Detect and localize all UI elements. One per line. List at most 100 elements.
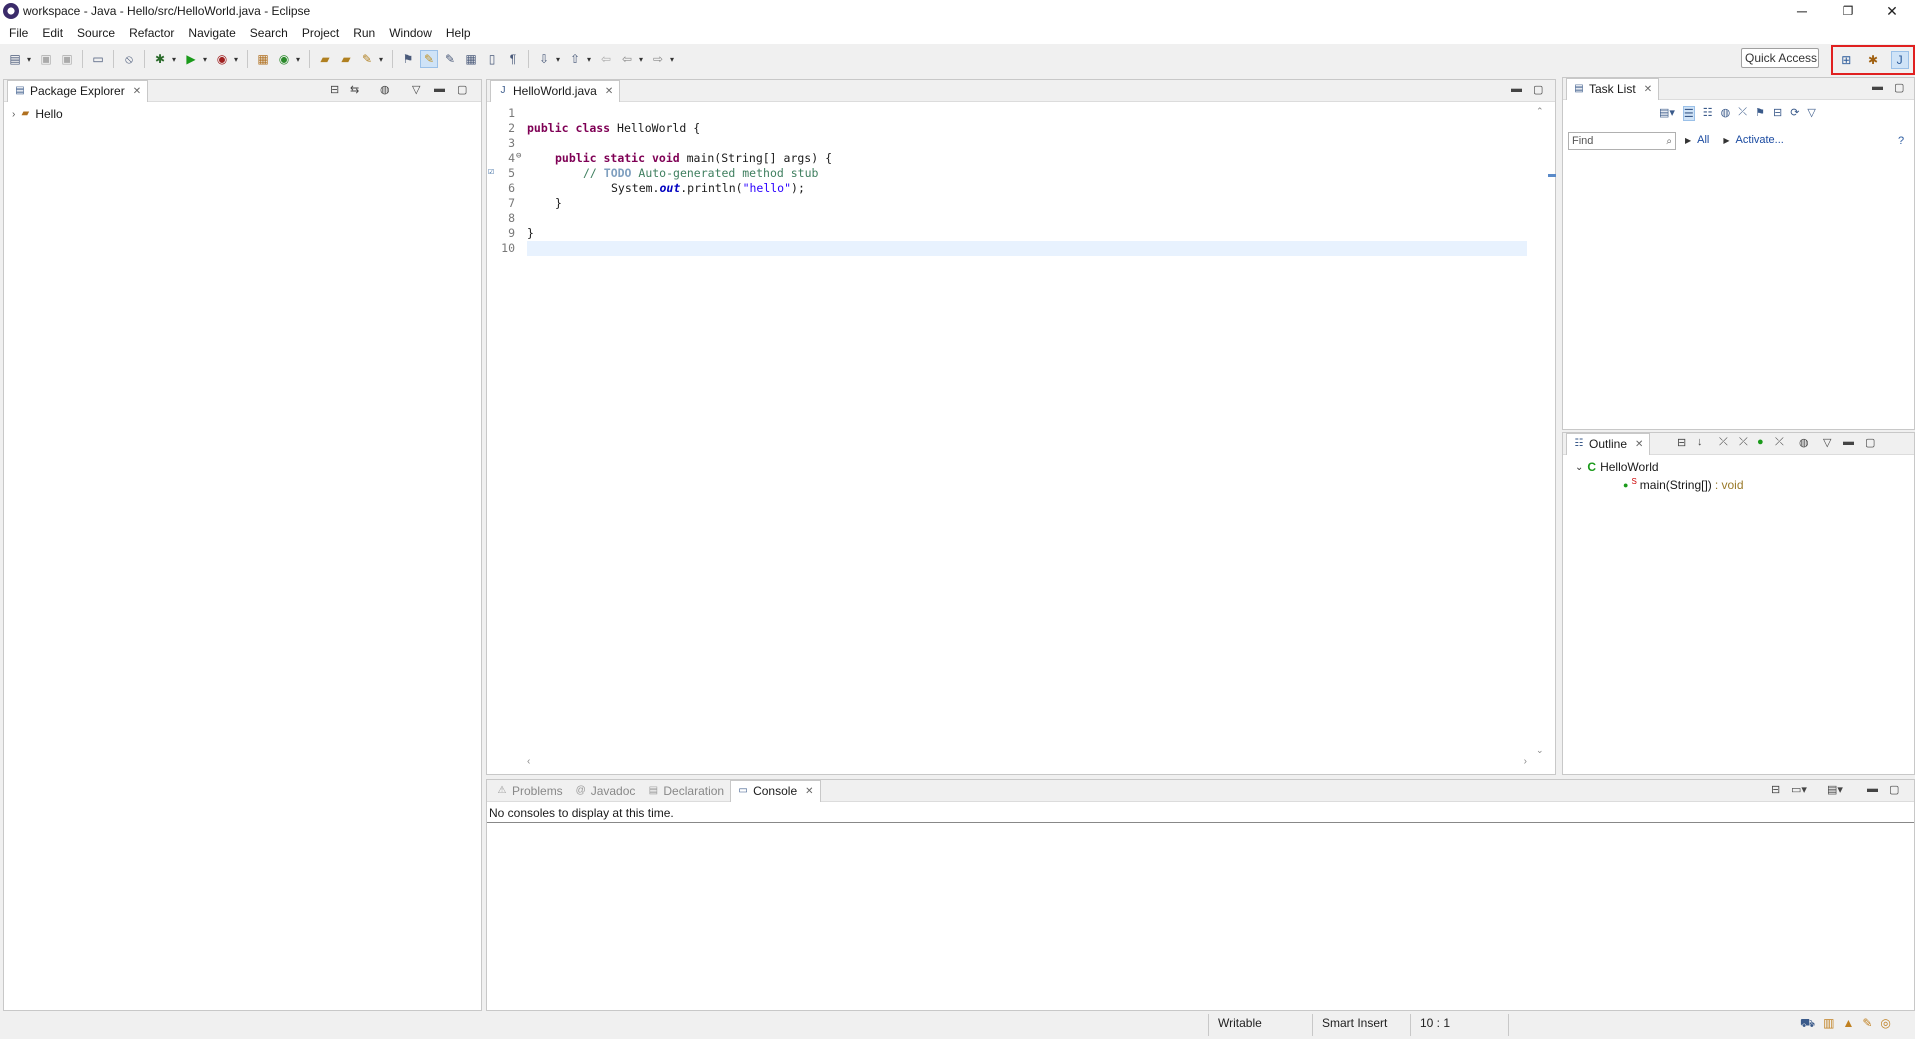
- search-icon[interactable]: ✎: [358, 50, 376, 68]
- new-class-dropdown-icon[interactable]: ▾: [296, 55, 303, 64]
- tab-helloworld-java[interactable]: J HelloWorld.java ✕: [490, 79, 621, 102]
- menu-project[interactable]: Project: [295, 26, 346, 40]
- close-icon[interactable]: ✕: [1644, 84, 1652, 95]
- progress-icon[interactable]: ⛟: [1800, 1016, 1815, 1032]
- open-console-icon[interactable]: ▤▾: [1827, 783, 1843, 796]
- focus-workweek-icon[interactable]: ◍: [1721, 106, 1731, 121]
- menu-source[interactable]: Source: [70, 26, 122, 40]
- close-icon[interactable]: ✕: [605, 86, 613, 97]
- show-tasks-icon[interactable]: ⚑: [1755, 106, 1765, 121]
- previous-annotation-icon[interactable]: ⇧: [566, 50, 584, 68]
- debug-perspective-icon[interactable]: ✱: [1864, 51, 1882, 69]
- word-wrap-icon[interactable]: ▦: [462, 50, 480, 68]
- hide-static-icon[interactable]: ⤫: [1739, 436, 1748, 449]
- scroll-left-icon[interactable]: ‹: [527, 756, 530, 767]
- scroll-up-icon[interactable]: ⌃: [1536, 106, 1544, 117]
- menu-window[interactable]: Window: [382, 26, 439, 40]
- hints-icon[interactable]: ✎: [1862, 1016, 1872, 1032]
- synchronize-icon[interactable]: ⟳: [1790, 106, 1799, 121]
- maximize-icon[interactable]: ▢: [1533, 83, 1543, 96]
- java-perspective-icon[interactable]: J: [1890, 51, 1909, 69]
- overview-ruler-marker[interactable]: [1548, 174, 1556, 177]
- search-dropdown-icon[interactable]: ▾: [379, 55, 386, 64]
- tab-outline[interactable]: ☷ Outline ✕: [1566, 432, 1651, 455]
- tutorial-icon[interactable]: ▲: [1842, 1016, 1854, 1032]
- task-find-input[interactable]: Find ⌕: [1568, 132, 1676, 150]
- collapse-all-icon[interactable]: ⊟: [330, 83, 339, 96]
- new-java-package-icon[interactable]: ▦: [254, 50, 272, 68]
- hide-completed-icon[interactable]: ⤫: [1738, 106, 1747, 121]
- show-whitespace-icon[interactable]: ¶: [504, 50, 522, 68]
- scroll-right-icon[interactable]: ›: [1524, 756, 1527, 767]
- coverage-icon[interactable]: ◉: [213, 50, 231, 68]
- tab-problems[interactable]: ⚠ Problems: [490, 780, 569, 802]
- sort-icon[interactable]: ↓: [1697, 436, 1703, 448]
- close-button[interactable]: ✕: [1869, 0, 1915, 22]
- minimize-icon[interactable]: ▬: [1843, 436, 1854, 448]
- focus-task-icon[interactable]: ◍: [380, 83, 390, 96]
- scheduled-icon[interactable]: ☷: [1703, 106, 1713, 121]
- back-dropdown-icon[interactable]: ▾: [639, 55, 646, 64]
- previous-annotation-dropdown-icon[interactable]: ▾: [587, 55, 594, 64]
- tab-javadoc[interactable]: @ Javadoc: [569, 780, 642, 802]
- back-icon[interactable]: ⇦: [618, 50, 636, 68]
- collapse-all-icon[interactable]: ⊟: [1773, 106, 1782, 121]
- open-task-icon[interactable]: ▰: [337, 50, 355, 68]
- search-icon[interactable]: ⌕: [1666, 136, 1672, 147]
- tab-declaration[interactable]: ▤ Declaration: [641, 780, 730, 802]
- coverage-dropdown-icon[interactable]: ▾: [234, 55, 241, 64]
- view-menu-icon[interactable]: ▽: [412, 83, 420, 96]
- collapse-all-icon[interactable]: ⊟: [1677, 436, 1686, 449]
- minimize-icon[interactable]: ▬: [434, 83, 445, 95]
- new-task-icon[interactable]: ▤▾: [1659, 106, 1675, 121]
- activate-link[interactable]: Activate...: [1736, 134, 1784, 146]
- mark-occurrences-icon[interactable]: ✎: [420, 50, 438, 68]
- chevron-right-icon[interactable]: ›: [12, 109, 15, 120]
- restore-button[interactable]: ❐: [1825, 0, 1871, 22]
- quick-access-field[interactable]: Quick Access: [1741, 48, 1819, 68]
- toggle-block-icon[interactable]: ✎: [441, 50, 459, 68]
- open-type-icon[interactable]: ▰: [316, 50, 334, 68]
- new-java-class-icon[interactable]: ◉: [275, 50, 293, 68]
- menu-run[interactable]: Run: [346, 26, 382, 40]
- all-link[interactable]: All: [1697, 134, 1709, 146]
- code-area[interactable]: 1 2 3 4 5 6 7 8 9 10 ⊖ ☑ public class He…: [487, 104, 1537, 756]
- menu-navigate[interactable]: Navigate: [181, 26, 242, 40]
- help-icon[interactable]: ?: [1898, 135, 1904, 147]
- tab-package-explorer[interactable]: ▤ Package Explorer ✕: [7, 79, 149, 102]
- next-annotation-icon[interactable]: ⇩: [535, 50, 553, 68]
- fold-icon[interactable]: ⊖: [516, 151, 521, 161]
- maximize-icon[interactable]: ▢: [1894, 81, 1904, 94]
- last-edit-icon[interactable]: ⇦: [597, 50, 615, 68]
- book-icon[interactable]: ▥: [1823, 1016, 1834, 1032]
- run-icon[interactable]: ▶: [182, 50, 200, 68]
- hide-local-types-icon[interactable]: ⤫: [1775, 436, 1784, 449]
- save-all-icon[interactable]: ▣: [58, 50, 76, 68]
- terminal-icon[interactable]: ▭: [89, 50, 107, 68]
- help-icon[interactable]: ◎: [1880, 1016, 1890, 1032]
- hide-fields-icon[interactable]: ⤫: [1719, 436, 1728, 449]
- minimize-icon[interactable]: ▬: [1511, 83, 1522, 95]
- next-annotation-dropdown-icon[interactable]: ▾: [556, 55, 563, 64]
- close-icon[interactable]: ✕: [805, 786, 813, 797]
- chevron-down-icon[interactable]: ⌄: [1575, 462, 1583, 473]
- display-console-icon[interactable]: ▭▾: [1791, 783, 1807, 796]
- menu-file[interactable]: File: [2, 26, 35, 40]
- new-icon[interactable]: ▤: [6, 50, 24, 68]
- horizontal-scrollbar[interactable]: ‹ ›: [527, 756, 1527, 770]
- link-with-editor-icon[interactable]: ⇆: [350, 83, 359, 96]
- view-menu-icon[interactable]: ▽: [1823, 436, 1831, 449]
- debug-icon[interactable]: ✱: [151, 50, 169, 68]
- new-dropdown-icon[interactable]: ▾: [27, 55, 34, 64]
- skip-breakpoints-icon[interactable]: ⦸: [120, 50, 138, 68]
- scroll-down-icon[interactable]: ⌄: [1536, 745, 1544, 756]
- minimize-button[interactable]: ─: [1779, 0, 1825, 22]
- hide-nonpublic-icon[interactable]: ●: [1757, 436, 1764, 448]
- menu-edit[interactable]: Edit: [35, 26, 70, 40]
- pin-console-icon[interactable]: ⊟: [1771, 783, 1780, 796]
- maximize-icon[interactable]: ▢: [457, 83, 467, 96]
- annotation-icon[interactable]: ⚑: [399, 50, 417, 68]
- menu-search[interactable]: Search: [243, 26, 295, 40]
- focus-task-icon[interactable]: ◍: [1799, 436, 1809, 449]
- outline-class-item[interactable]: ⌄ C HelloWorld: [1575, 460, 1659, 474]
